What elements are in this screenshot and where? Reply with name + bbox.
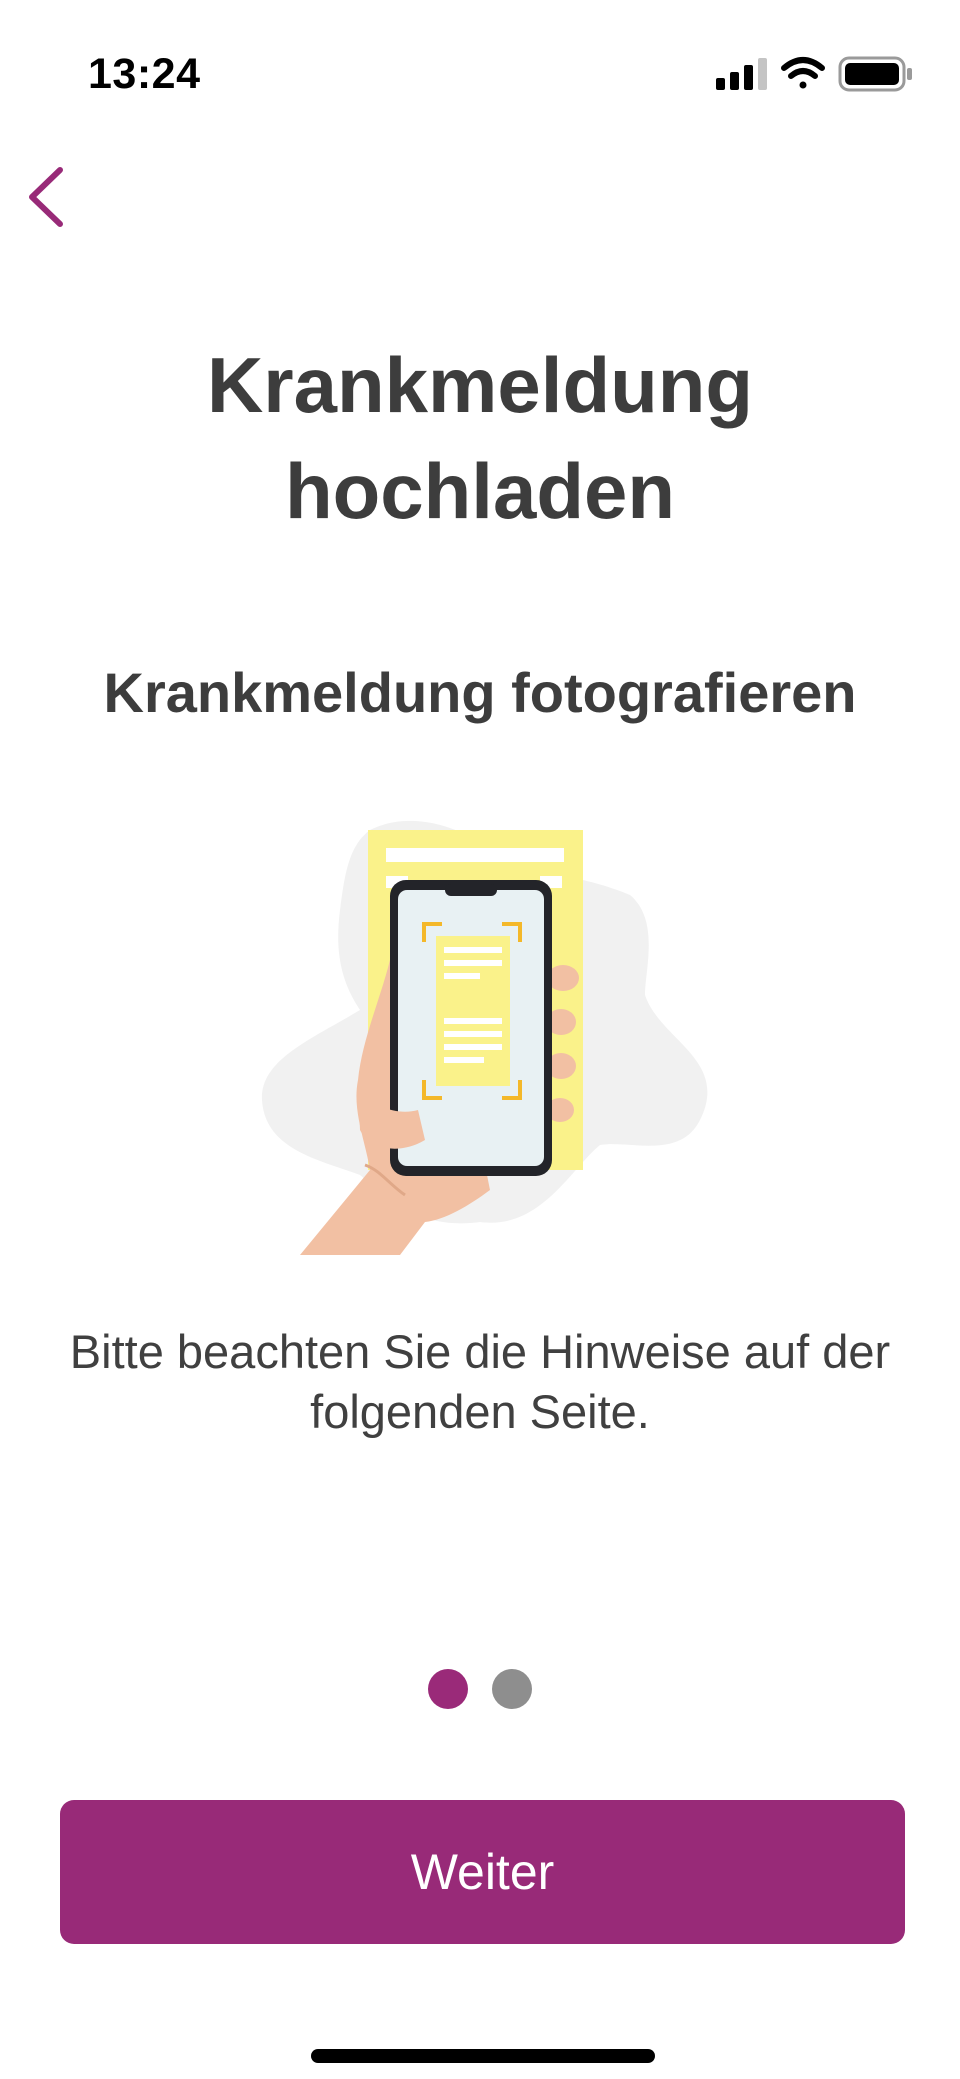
status-bar: 13:24 bbox=[0, 0, 960, 150]
status-time: 13:24 bbox=[88, 50, 201, 98]
battery-icon bbox=[838, 56, 912, 92]
step-title: Krankmeldung fotografieren bbox=[103, 661, 857, 724]
home-indicator bbox=[311, 2049, 655, 2063]
hint-text: Bitte beachten Sie die Hinweise auf der … bbox=[69, 1325, 891, 1438]
page-dot-1-active[interactable] bbox=[428, 1669, 468, 1709]
back-button[interactable] bbox=[20, 160, 100, 240]
continue-button[interactable]: Weiter bbox=[60, 1800, 905, 1944]
wifi-icon bbox=[781, 57, 825, 89]
page-dot-2[interactable] bbox=[492, 1669, 532, 1709]
chevron-left-icon bbox=[29, 167, 63, 227]
page-indicator bbox=[0, 1669, 960, 1709]
cellular-signal-icon bbox=[716, 58, 767, 90]
status-icons bbox=[716, 54, 916, 94]
photo-document-illustration bbox=[240, 810, 720, 1260]
page-title: Krankmeldung hochladen bbox=[206, 341, 754, 535]
